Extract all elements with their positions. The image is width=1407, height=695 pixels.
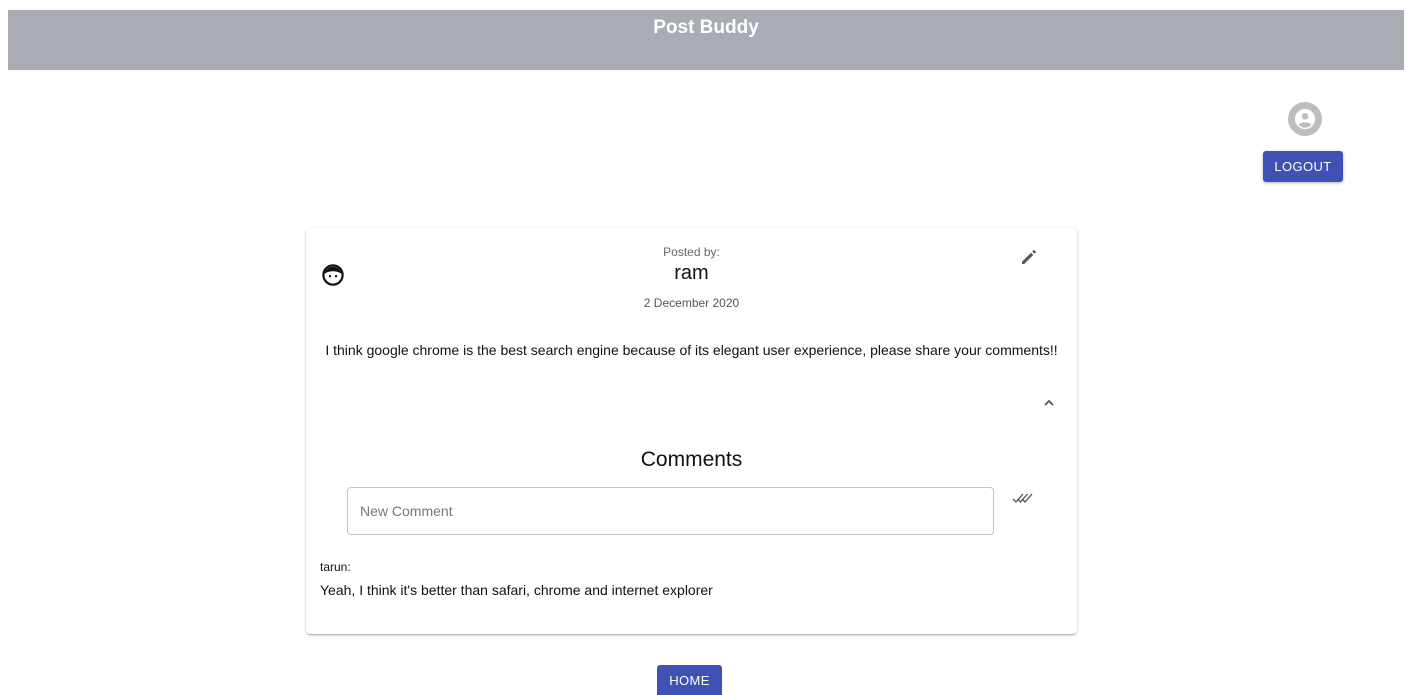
account-circle-icon[interactable] <box>1288 102 1322 136</box>
pencil-icon[interactable] <box>1017 245 1041 269</box>
posted-by-label: Posted by: <box>663 245 720 259</box>
post-date: 2 December 2020 <box>643 296 740 310</box>
post-body: I think google chrome is the best search… <box>325 342 1058 358</box>
chevron-up-icon[interactable] <box>1037 391 1061 415</box>
app-header: Post Buddy <box>8 10 1404 70</box>
logout-button[interactable]: LOGOUT <box>1263 151 1343 182</box>
comments-heading: Comments <box>640 448 743 471</box>
comment-text: Yeah, I think it's better than safari, c… <box>320 582 713 598</box>
post-author: ram <box>674 262 709 284</box>
app-title: Post Buddy <box>653 17 759 38</box>
comment-author: tarun: <box>320 560 351 574</box>
home-button[interactable]: HOME <box>657 665 722 695</box>
new-comment-input[interactable] <box>347 487 994 535</box>
double-check-icon[interactable] <box>1010 487 1034 511</box>
post-card: Posted by: ram 2 December 2020 I think g… <box>306 228 1077 634</box>
